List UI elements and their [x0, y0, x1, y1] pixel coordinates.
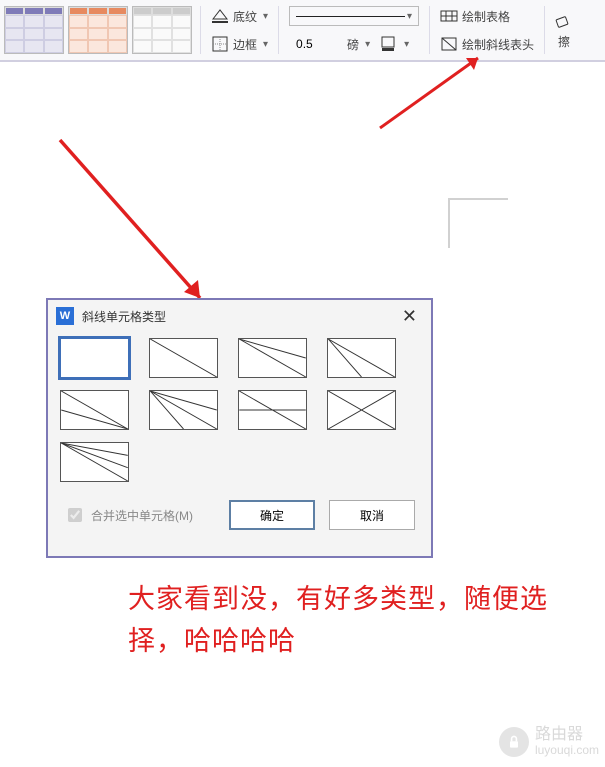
eraser-label[interactable]: 擦 [558, 33, 570, 50]
line-width-number: 0.5 [296, 37, 313, 51]
cancel-button-label: 取消 [360, 507, 384, 524]
diagonal-option-three[interactable] [149, 390, 218, 430]
diagonal-option-fan[interactable] [60, 442, 129, 482]
dialog-titlebar: W 斜线单元格类型 ✕ [48, 300, 431, 332]
line-group: ▾ 0.5 磅 ▾ ▾ [287, 0, 421, 60]
page-edge-marker [448, 198, 508, 248]
ok-button[interactable]: 确定 [229, 500, 315, 530]
dialog-title: 斜线单元格类型 [82, 308, 166, 325]
border-icon [211, 35, 229, 53]
line-color-icon[interactable] [380, 35, 398, 53]
diagonal-option-cross[interactable] [327, 390, 396, 430]
draw-diagonal-icon [440, 35, 458, 53]
app-icon: W [56, 307, 74, 325]
dialog-button-row: 合并选中单元格(M) 确定 取消 [48, 490, 431, 540]
watermark-sub: luyouqi.com [535, 744, 599, 757]
table-style-option[interactable] [132, 6, 192, 54]
separator [200, 6, 201, 54]
eraser-group: 擦 [553, 0, 575, 60]
draw-diagonal-label[interactable]: 绘制斜线表头 [462, 36, 534, 53]
table-style-gallery[interactable] [4, 0, 192, 60]
lock-icon [499, 727, 529, 757]
watermark-brand: 路由器 [535, 726, 599, 744]
ok-button-label: 确定 [260, 507, 284, 524]
border-dropdown-icon[interactable]: ▾ [263, 39, 268, 50]
draw-table-label[interactable]: 绘制表格 [462, 8, 510, 25]
diagonal-option-none[interactable] [60, 338, 129, 378]
shading-label[interactable]: 底纹 [233, 8, 257, 25]
shading-icon [211, 7, 229, 25]
line-width-dropdown-icon[interactable]: ▾ [365, 39, 370, 50]
draw-table-icon [440, 7, 458, 25]
diagonal-option-two-left[interactable] [327, 338, 396, 378]
annotation-arrow [60, 140, 230, 323]
diagonal-cell-dialog: W 斜线单元格类型 ✕ 合并选中单元格(M) 确定 取消 [46, 298, 433, 558]
merge-cells-label: 合并选中单元格(M) [91, 507, 193, 524]
diagonal-option-split-top[interactable] [60, 390, 129, 430]
line-color-dropdown-icon[interactable]: ▾ [404, 39, 409, 50]
merge-cells-input[interactable] [68, 508, 82, 522]
separator [278, 6, 279, 54]
annotation-text: 大家看到没，有好多类型，随便选择，哈哈哈哈 [128, 578, 548, 662]
shading-border-group: 底纹 ▾ 边框 ▾ [209, 0, 270, 60]
eraser-icon[interactable] [555, 11, 573, 29]
line-style-picker[interactable]: ▾ [289, 6, 419, 26]
table-style-option[interactable] [4, 6, 64, 54]
separator [544, 6, 545, 54]
merge-cells-checkbox[interactable]: 合并选中单元格(M) [64, 505, 193, 525]
watermark: 路由器 luyouqi.com [499, 726, 599, 757]
diagonal-options-grid [48, 332, 431, 486]
line-width-unit: 磅 [347, 36, 359, 53]
draw-group: 绘制表格 绘制斜线表头 [438, 0, 536, 60]
diagonal-option-two-top[interactable] [238, 338, 307, 378]
separator [429, 6, 430, 54]
cancel-button[interactable]: 取消 [329, 500, 415, 530]
border-label[interactable]: 边框 [233, 36, 257, 53]
shading-dropdown-icon[interactable]: ▾ [263, 11, 268, 22]
annotation-arrow [380, 52, 500, 135]
diagonal-option-tl-br[interactable] [149, 338, 218, 378]
ribbon: 底纹 ▾ 边框 ▾ ▾ 0.5 磅 ▾ ▾ [0, 0, 605, 62]
line-width-value[interactable]: 0.5 [289, 33, 343, 55]
table-style-option[interactable] [68, 6, 128, 54]
diagonal-option-triple-mid[interactable] [238, 390, 307, 430]
close-icon[interactable]: ✕ [396, 304, 423, 329]
